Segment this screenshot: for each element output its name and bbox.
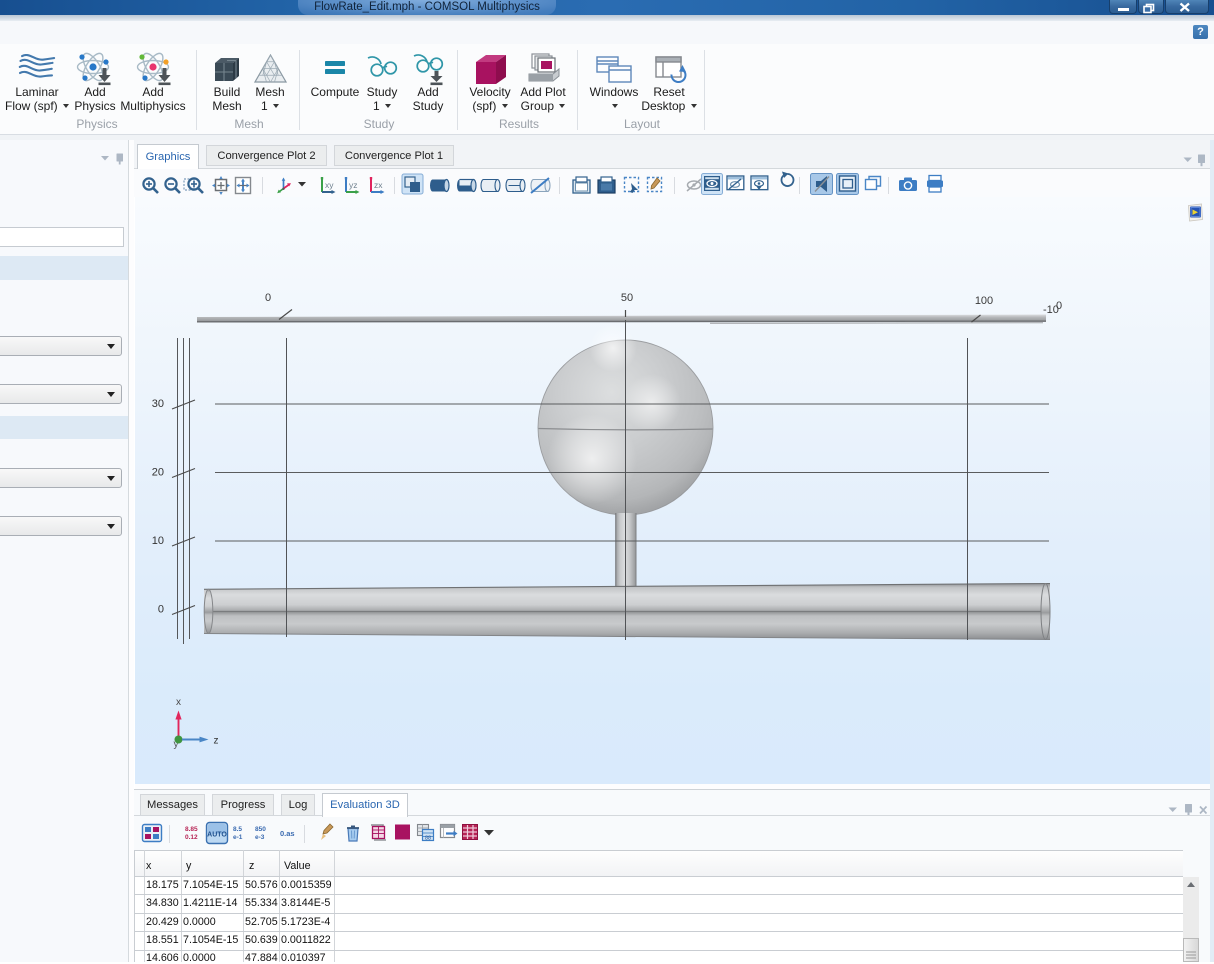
svg-text:0: 0 [158,604,164,616]
svg-text:10: 10 [152,535,164,547]
svg-text:8.85: 8.85 [185,826,198,833]
svg-text:100: 100 [975,295,993,307]
svg-text:x: x [176,697,181,708]
svg-text:z: z [214,736,219,747]
svg-text:0.12: 0.12 [185,834,198,841]
svg-text:0: 0 [265,292,271,304]
svg-text:0: 0 [1056,300,1062,312]
svg-text:50: 50 [621,292,633,304]
svg-text:AUTO: AUTO [207,832,227,839]
svg-text:yz: yz [349,180,358,190]
svg-text:20: 20 [152,467,164,479]
svg-text:8.5: 8.5 [233,826,242,833]
svg-text:850: 850 [255,826,266,833]
svg-text:e-3: e-3 [255,834,265,841]
svg-text:xy: xy [325,180,334,190]
svg-text:zx: zx [374,180,383,190]
svg-text:e-1: e-1 [233,834,243,841]
svg-text:30: 30 [152,398,164,410]
svg-text:0.as: 0.as [280,829,295,838]
svg-text:88: 88 [425,836,431,842]
